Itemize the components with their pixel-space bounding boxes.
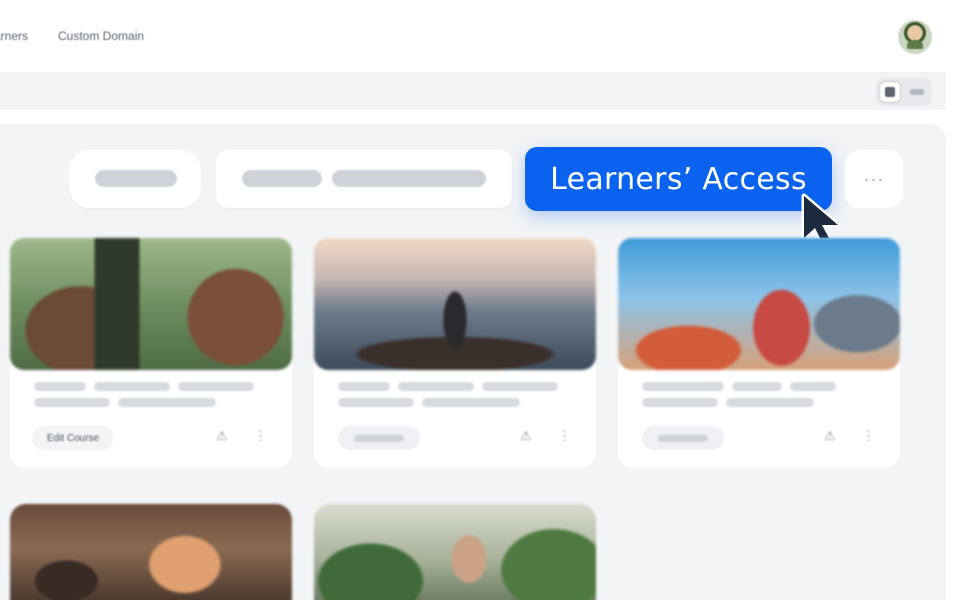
list-view-icon[interactable] [906, 81, 928, 103]
grid-view-icon[interactable] [879, 81, 901, 103]
course-image[interactable] [314, 238, 596, 370]
course-card[interactable]: Edit Course ⚠ ⋮ [10, 238, 292, 468]
placeholder-bar [338, 398, 414, 407]
placeholder-bar [732, 382, 782, 391]
placeholder-bar [118, 398, 216, 407]
toolbar-strip [0, 72, 946, 110]
course-image[interactable] [618, 238, 900, 370]
placeholder-bar [242, 170, 322, 187]
placeholder-bar [726, 398, 814, 407]
avatar[interactable] [898, 20, 932, 54]
placeholder-bar [422, 398, 520, 407]
edit-course-button[interactable]: Edit Course [32, 426, 114, 450]
more-options-button[interactable]: ··· [845, 150, 903, 208]
placeholder-bar [790, 382, 836, 391]
kebab-menu-icon[interactable]: ⋮ [558, 428, 571, 444]
placeholder-bar [482, 382, 558, 391]
search-pill[interactable] [216, 150, 512, 208]
course-card[interactable]: ⚠ ⋮ [314, 238, 596, 468]
learners-icon[interactable]: ⚠ [824, 428, 836, 444]
placeholder-bar [332, 170, 486, 187]
course-image[interactable] [10, 504, 292, 600]
learners-access-button[interactable]: Learners’ Access [525, 147, 832, 211]
placeholder-bar [338, 382, 390, 391]
placeholder-bar [95, 170, 177, 187]
nav-link-custom-domain[interactable]: Custom Domain [58, 29, 144, 43]
placeholder-bar [34, 398, 110, 407]
course-image[interactable] [314, 504, 596, 600]
placeholder-bar [94, 382, 170, 391]
learners-icon[interactable]: ⚠ [216, 428, 228, 444]
nav-link-learners[interactable]: arners [0, 29, 28, 43]
learners-icon[interactable]: ⚠ [520, 428, 532, 444]
placeholder-bar [398, 382, 474, 391]
placeholder-bar [642, 398, 718, 407]
placeholder-bar [178, 382, 254, 391]
course-chip[interactable] [338, 426, 420, 450]
placeholder-bar [642, 382, 724, 391]
course-image[interactable] [10, 238, 292, 370]
filter-pill[interactable] [69, 150, 201, 208]
course-chip[interactable] [642, 426, 724, 450]
kebab-menu-icon[interactable]: ⋮ [862, 428, 875, 444]
kebab-menu-icon[interactable]: ⋮ [254, 428, 267, 444]
placeholder-bar [34, 382, 86, 391]
top-bar: arners Custom Domain [0, 0, 960, 72]
view-toggle[interactable] [876, 78, 932, 106]
course-card[interactable]: ⚠ ⋮ [618, 238, 900, 468]
